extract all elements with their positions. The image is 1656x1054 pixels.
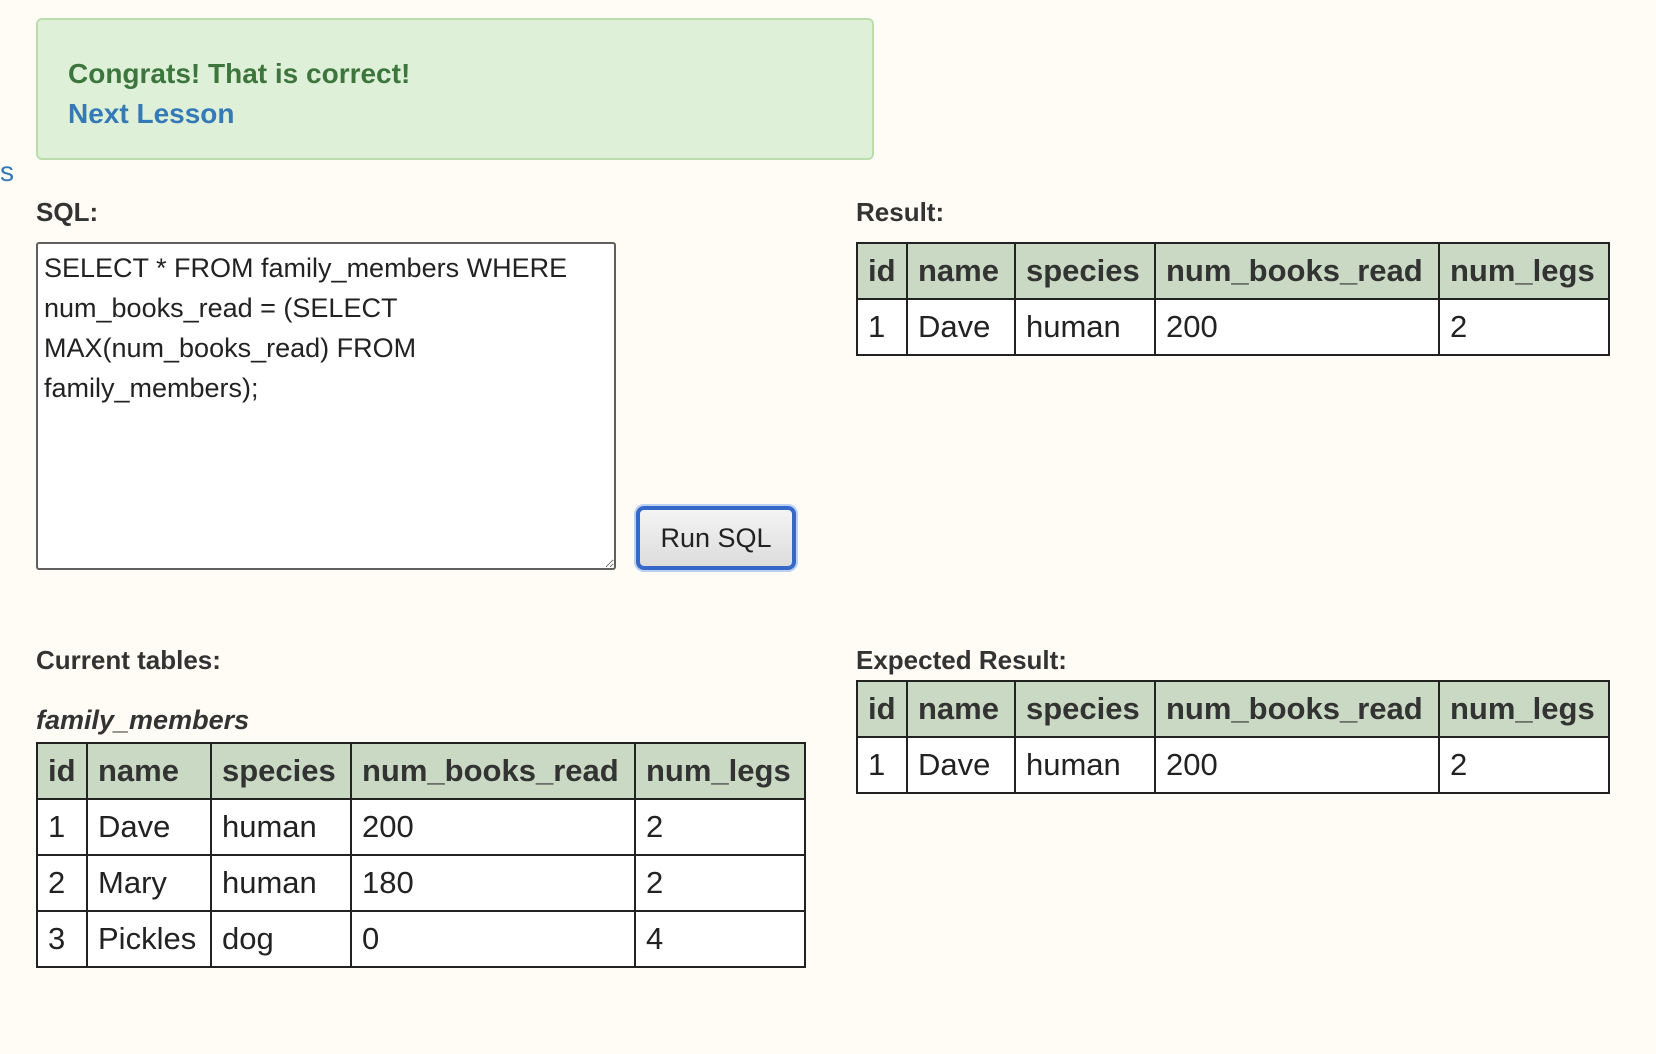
table-cell: dog [210,910,352,968]
table-cell: Pickles [86,910,212,968]
table-cell: Mary [86,854,212,912]
column-header: num_legs [634,742,806,800]
expected-result-label: Expected Result: [856,645,1067,675]
column-header: name [86,742,212,800]
column-header: id [36,742,88,800]
table-cell: 1 [36,798,88,856]
table-cell: human [210,854,352,912]
result-header-row: id name species num_books_read num_legs [856,242,1610,300]
column-header: name [906,680,1016,738]
column-header: name [906,242,1016,300]
table-cell: 2 [634,798,806,856]
table-cell: 2 [634,854,806,912]
table-cell: human [1014,298,1156,356]
family-members-table: id name species num_books_read num_legs … [36,742,806,968]
column-header: id [856,242,908,300]
table-cell: 0 [350,910,636,968]
table-row: 1 Dave human 200 2 [36,798,806,856]
sql-query-input[interactable]: SELECT * FROM family_members WHERE num_b… [36,242,616,570]
truncated-nav-link[interactable]: s [0,152,14,192]
table-cell: human [1014,736,1156,794]
table-row: 3 Pickles dog 0 4 [36,910,806,968]
next-lesson-link[interactable]: Next Lesson [68,94,842,134]
table-row: 1 Dave human 200 2 [856,736,1610,794]
expected-header-row: id name species num_books_read num_legs [856,680,1610,738]
table-row: 2 Mary human 180 2 [36,854,806,912]
family-members-table-name: family_members [36,705,250,735]
column-header: species [1014,680,1156,738]
success-message: Congrats! That is correct! [68,58,411,89]
column-header: num_books_read [1154,242,1440,300]
run-sql-button[interactable]: Run SQL [636,506,796,570]
table-cell: 2 [36,854,88,912]
table-cell: Dave [86,798,212,856]
table-row: 1 Dave human 200 2 [856,298,1610,356]
table-cell: 200 [1154,736,1440,794]
table-cell: 4 [634,910,806,968]
table-cell: Dave [906,736,1016,794]
expected-result-table: id name species num_books_read num_legs … [856,680,1610,794]
family-members-header-row: id name species num_books_read num_legs [36,742,806,800]
column-header: id [856,680,908,738]
column-header: num_books_read [1154,680,1440,738]
column-header: num_legs [1438,680,1610,738]
result-label: Result: [856,197,945,227]
table-cell: Dave [906,298,1016,356]
result-table: id name species num_books_read num_legs … [856,242,1610,356]
sql-lesson-page: s Congrats! That is correct! Next Lesson… [0,0,1656,1054]
sql-label: SQL: [36,197,99,227]
table-cell: 200 [1154,298,1440,356]
success-alert: Congrats! That is correct! Next Lesson [36,18,874,160]
table-cell: human [210,798,352,856]
table-cell: 200 [350,798,636,856]
table-cell: 180 [350,854,636,912]
column-header: num_legs [1438,242,1610,300]
column-header: species [1014,242,1156,300]
table-cell: 3 [36,910,88,968]
current-tables-label: Current tables: [36,645,221,675]
table-cell: 2 [1438,736,1610,794]
column-header: num_books_read [350,742,636,800]
table-cell: 2 [1438,298,1610,356]
table-cell: 1 [856,736,908,794]
column-header: species [210,742,352,800]
table-cell: 1 [856,298,908,356]
